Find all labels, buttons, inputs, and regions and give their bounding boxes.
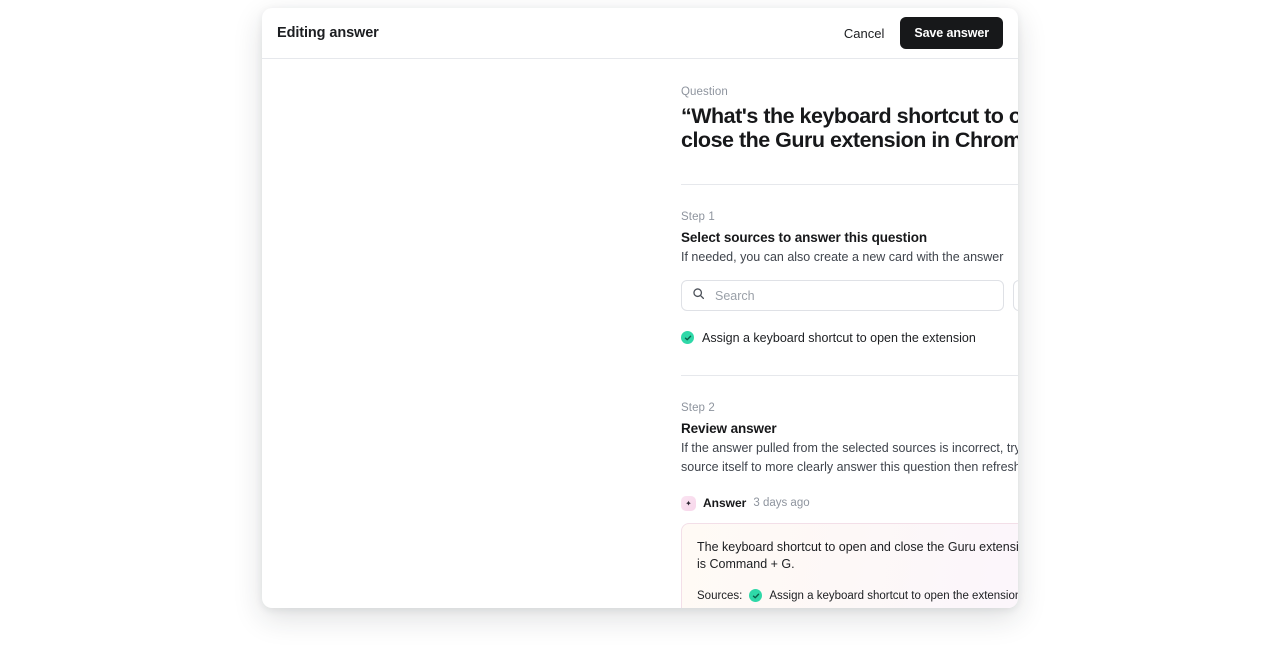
step-1-eyebrow: Step 1 — [681, 211, 715, 224]
editing-answer-modal: Editing answer Cancel Save answer Questi… — [262, 8, 1018, 608]
question-eyebrow: Question — [681, 86, 728, 98]
step-1-subtext: If needed, you can also create a new car… — [681, 250, 1004, 265]
step-2-heading: Review answer — [681, 421, 777, 437]
generated-answer-card: The keyboard shortcut to open and close … — [681, 522, 1018, 608]
content-column: Question “What's the keyboard shortcut t… — [681, 86, 1018, 608]
page-title: Editing answer — [277, 25, 379, 41]
new-card-button[interactable]: New Card — [1013, 280, 1018, 312]
search-icon — [692, 287, 705, 305]
step-1-heading: Select sources to answer this question — [681, 230, 928, 246]
answer-label: Answer — [703, 496, 747, 511]
question-title: “What's the keyboard shortcut to open an… — [681, 104, 1018, 152]
page-background: Editing answer Cancel Save answer Questi… — [0, 0, 1280, 650]
answer-meta-row: Answer 3 days ago Ref — [681, 495, 1018, 511]
step-2-eyebrow: Step 2 — [681, 402, 715, 415]
selected-source-row: Assign a keyboard shortcut to open the e… — [681, 330, 1018, 345]
ai-sparkle-icon — [681, 495, 696, 511]
verified-check-icon — [681, 331, 694, 345]
sources-label: Sources: — [697, 589, 743, 602]
step-1-section: Step 1 Select sources to answer this que… — [681, 185, 1018, 345]
verified-check-icon — [749, 589, 763, 603]
modal-header: Editing answer Cancel Save answer — [262, 8, 1018, 59]
search-box[interactable] — [681, 280, 1005, 312]
save-answer-button[interactable]: Save answer — [900, 17, 1003, 49]
step-2-subtext: If the answer pulled from the selected s… — [681, 441, 1018, 474]
step-2-section: Step 2 Review answer If the answer pulle… — [681, 376, 1018, 608]
source-title: Assign a keyboard shortcut to open the e… — [702, 330, 976, 345]
answer-source-title: Assign a keyboard shortcut to open the e… — [769, 589, 1018, 602]
answer-timestamp: 3 days ago — [753, 497, 810, 510]
cancel-button[interactable]: Cancel — [840, 20, 888, 47]
search-input[interactable] — [713, 287, 994, 304]
header-actions: Cancel Save answer — [840, 17, 1003, 49]
modal-body: Question “What's the keyboard shortcut t… — [262, 59, 1018, 608]
answer-sources-row: Sources: Assign a keyboard shortcut to o… — [697, 589, 1018, 603]
answer-body-text: The keyboard shortcut to open and close … — [697, 539, 1018, 572]
source-search-row: New Card — [681, 280, 1018, 312]
question-section: Question “What's the keyboard shortcut t… — [681, 86, 1018, 152]
